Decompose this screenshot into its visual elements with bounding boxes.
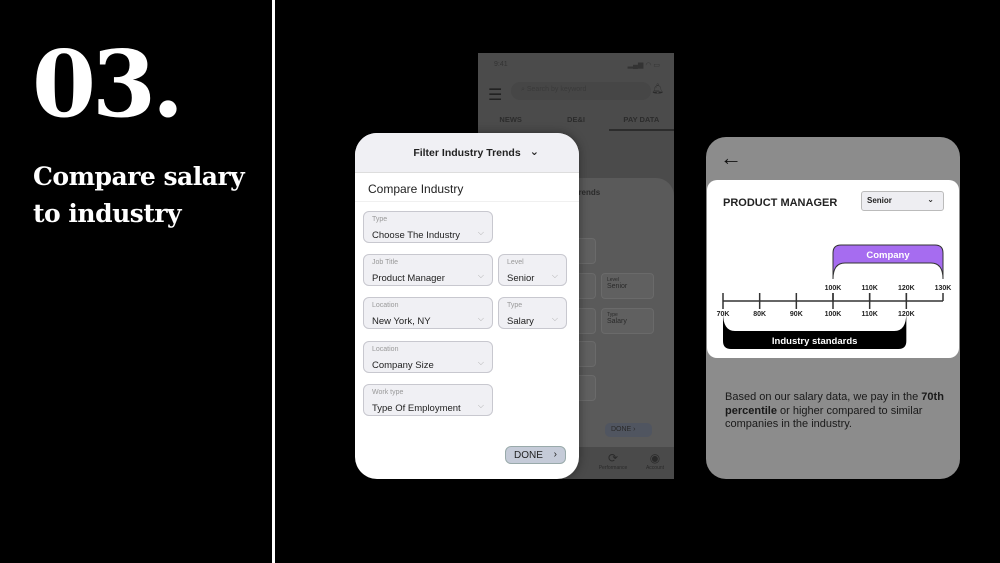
salary-range-chart: Company Industry standards 70K 80K 90K 100K 11… bbox=[717, 244, 952, 349]
slide-heading: Compare salary to industry bbox=[33, 162, 245, 228]
salary-card: PRODUCT MANAGER Senior ⌄ Company Industry … bbox=[707, 180, 959, 358]
chevron-down-icon: ⌵ bbox=[477, 314, 484, 323]
field-value: Company Size bbox=[372, 360, 434, 371]
field-value: Salary bbox=[507, 316, 534, 327]
status-icons: ▂▄▆ ◠ ▭ bbox=[627, 62, 660, 69]
back-arrow-icon[interactable]: ← bbox=[720, 145, 742, 171]
section-title: Compare Industry bbox=[355, 173, 579, 202]
bell-icon[interactable]: 🔔︎ bbox=[651, 84, 664, 95]
tick-label-upper: 100K bbox=[825, 285, 842, 292]
field-value: Senior bbox=[507, 273, 535, 284]
status-time: 9:41 bbox=[494, 61, 508, 68]
done-button-back: DONE › bbox=[605, 423, 652, 437]
level-field: Level Senior bbox=[601, 273, 654, 299]
chevron-down-icon: ⌵ bbox=[477, 358, 484, 367]
search-input[interactable]: ⌕ Search by keyword bbox=[511, 82, 651, 100]
chevron-down-icon: ⌵ bbox=[551, 314, 558, 323]
pay-type-field[interactable]: Type Salary ⌵ bbox=[498, 297, 567, 329]
tick-label-upper: 130K bbox=[935, 285, 952, 292]
company-label: Company bbox=[866, 250, 910, 261]
search-placeholder: Search by keyword bbox=[526, 86, 587, 93]
level-field[interactable]: Level Senior ⌵ bbox=[498, 254, 567, 286]
chevron-down-icon: ⌵ bbox=[551, 271, 558, 280]
tick-label-lower: 100K bbox=[825, 311, 842, 318]
chevron-down-icon: ⌵ bbox=[477, 228, 484, 237]
nav-performance[interactable]: ⟳ Performance bbox=[598, 451, 628, 471]
company-size-field[interactable]: Location Company Size ⌵ bbox=[363, 341, 493, 373]
description: Based on our salary data, we pay in the … bbox=[725, 391, 944, 430]
nav-account[interactable]: ◉ Account bbox=[640, 451, 670, 471]
industry-label: Industry standards bbox=[772, 336, 858, 347]
slide-number: 03. bbox=[32, 30, 184, 138]
field-label: Type bbox=[372, 216, 388, 223]
location-field[interactable]: Location New York, NY ⌵ bbox=[363, 297, 493, 329]
field-value: New York, NY bbox=[372, 316, 431, 327]
tab-news[interactable]: NEWS bbox=[478, 113, 543, 131]
field-label: Type bbox=[507, 302, 523, 309]
tab-pay-data[interactable]: PAY DATA bbox=[608, 113, 674, 131]
field-label: Location bbox=[372, 302, 399, 309]
field-value: Choose The Industry bbox=[372, 230, 461, 241]
field-label: Work type bbox=[372, 389, 404, 396]
field-label: Level bbox=[507, 259, 524, 266]
field-label: Job Title bbox=[372, 259, 399, 266]
divider bbox=[272, 0, 275, 563]
done-button[interactable]: DONE › bbox=[505, 446, 566, 464]
field-value: Type Of Employment bbox=[372, 403, 461, 414]
chevron-down-icon: ⌵ bbox=[477, 401, 484, 410]
chevron-down-icon[interactable]: ⌄ bbox=[530, 145, 539, 158]
job-title-field[interactable]: Job Title Product Manager ⌵ bbox=[363, 254, 493, 286]
field-label: Location bbox=[372, 346, 399, 353]
tick-label-lower: 90K bbox=[790, 311, 803, 318]
tick-label-upper: 110K bbox=[861, 285, 877, 292]
work-type-field[interactable]: Work type Type Of Employment ⌵ bbox=[363, 384, 493, 416]
filter-modal: Filter Industry Trends ⌄ Compare Industry… bbox=[355, 133, 579, 479]
tick-label-lower: 120K bbox=[898, 311, 915, 318]
account-icon: ◉ bbox=[649, 451, 661, 465]
result-panel: ← PRODUCT MANAGER Senior ⌄ Company Industr… bbox=[706, 137, 960, 479]
filter-header[interactable]: Filter Industry Trends ⌄ bbox=[355, 133, 579, 173]
tick-label-lower: 80K bbox=[753, 311, 766, 318]
tick-label-upper: 120K bbox=[898, 285, 915, 292]
industry-type-field[interactable]: Type Choose The Industry ⌵ bbox=[363, 211, 493, 243]
field-value: Product Manager bbox=[372, 273, 445, 284]
chevron-down-icon: ⌵ bbox=[477, 271, 484, 280]
type-field: Type Salary bbox=[601, 308, 654, 334]
chevron-right-icon: › bbox=[553, 449, 557, 460]
filter-title: Filter Industry Trends bbox=[413, 146, 521, 159]
tick-label-lower: 70K bbox=[717, 311, 730, 318]
menu-icon[interactable]: ☰ bbox=[488, 85, 502, 105]
tick-label-lower: 110K bbox=[861, 311, 877, 318]
refresh-icon: ⟳ bbox=[607, 451, 619, 465]
tab-dei[interactable]: DE&I bbox=[543, 113, 608, 131]
